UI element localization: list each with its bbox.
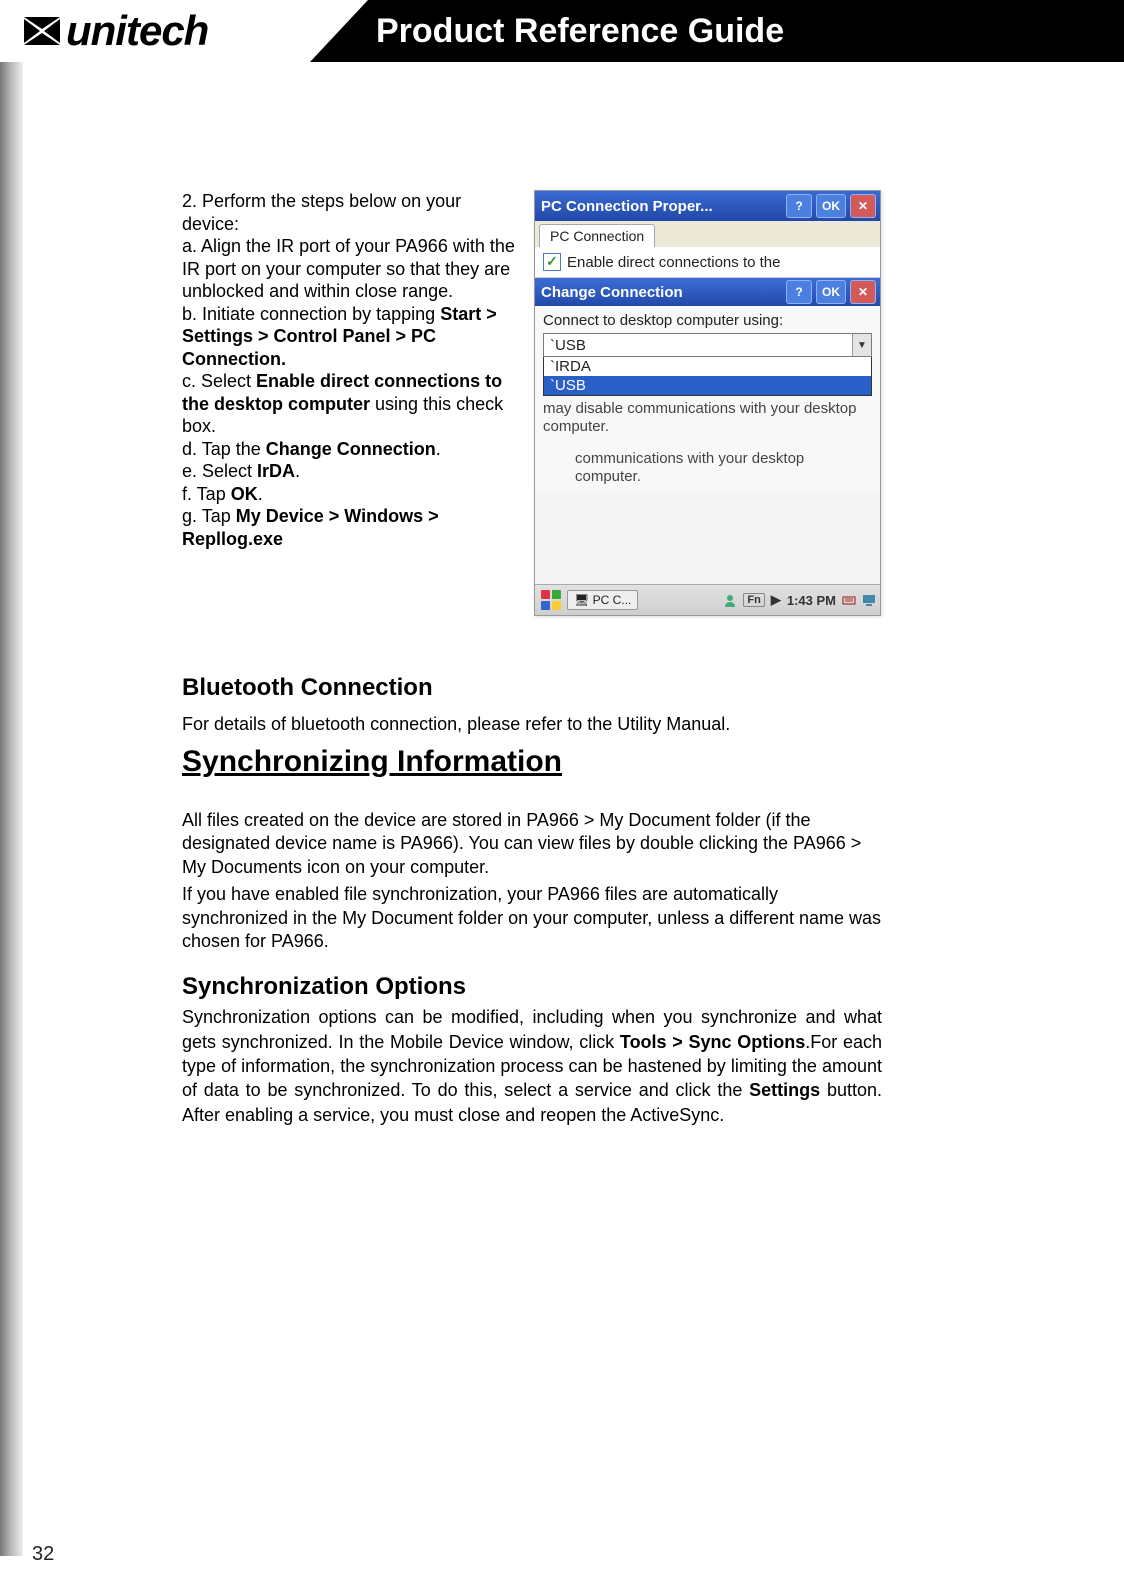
- instr-step-f: f. Tap OK.: [182, 483, 520, 506]
- child-ok-button[interactable]: OK: [816, 280, 846, 304]
- sync-options-heading: Synchronization Options: [182, 973, 882, 1001]
- sync-options-body: Synchronization options can be modified,…: [182, 1005, 882, 1126]
- taskbar: 🖥 PC C... Fn ▶ 1:43 PM: [535, 584, 880, 615]
- child-close-button[interactable]: ✕: [850, 280, 876, 304]
- header-wedge: [310, 0, 368, 62]
- instr-step-e: e. Select IrDA.: [182, 460, 520, 483]
- left-margin-shadow: [0, 62, 23, 1556]
- parent-window-titlebar: PC Connection Proper... ? OK ✕: [535, 191, 880, 221]
- option-usb[interactable]: `USB: [544, 376, 871, 395]
- child-help-button[interactable]: ?: [786, 280, 812, 304]
- tab-pc-connection[interactable]: PC Connection: [539, 224, 655, 247]
- logo: unitech: [0, 0, 310, 62]
- page-number: 32: [32, 1543, 54, 1566]
- keyboard-icon[interactable]: [842, 593, 856, 607]
- device-screenshot: PC Connection Proper... ? OK ✕ PC Connec…: [534, 190, 881, 616]
- header-title: Product Reference Guide: [368, 0, 1124, 62]
- tray-arrow-icon: ▶: [771, 592, 781, 608]
- taskbar-clock: 1:43 PM: [787, 593, 836, 608]
- bluetooth-text: For details of bluetooth connection, ple…: [182, 714, 882, 735]
- child-window-title: Change Connection: [541, 284, 782, 301]
- ok-button[interactable]: OK: [816, 194, 846, 218]
- combobox-value: `USB: [550, 337, 586, 354]
- enable-direct-checkbox-row[interactable]: ✓ Enable direct connections to the: [535, 247, 880, 278]
- connection-dropdown-list: `IRDA `USB: [543, 357, 872, 396]
- sync-paragraph-1: All files created on the device are stor…: [182, 809, 882, 879]
- desktop-icon[interactable]: [862, 593, 876, 607]
- child-window-titlebar: Change Connection ? OK ✕: [535, 278, 880, 306]
- hint-text-1: may disable communications with your des…: [543, 400, 872, 436]
- sync-paragraph-2: If you have enabled file synchronization…: [182, 883, 882, 953]
- connection-combobox[interactable]: `USB ▼: [543, 333, 872, 357]
- page-header: unitech Product Reference Guide: [0, 0, 1124, 62]
- instr-step-g: g. Tap My Device > Windows > Repllog.exe: [182, 505, 520, 550]
- bluetooth-heading: Bluetooth Connection: [182, 674, 882, 702]
- fn-key-badge[interactable]: Fn: [743, 593, 764, 607]
- help-button[interactable]: ?: [786, 194, 812, 218]
- checkmark-icon: ✓: [543, 253, 561, 271]
- instr-step-b: b. Initiate connection by tapping Start …: [182, 303, 520, 371]
- monitor-icon: 🖥: [574, 593, 589, 607]
- checkbox-label: Enable direct connections to the: [567, 254, 780, 271]
- start-button-icon[interactable]: [539, 588, 563, 612]
- tab-strip: PC Connection: [535, 221, 880, 247]
- user-icon[interactable]: [723, 593, 737, 607]
- chevron-down-icon: ▼: [852, 334, 871, 356]
- connect-label: Connect to desktop computer using:: [543, 312, 872, 329]
- hint-text-2: communications with your desktop compute…: [543, 450, 872, 486]
- unitech-logo-icon: [22, 11, 62, 51]
- instructions-block: 2. Perform the steps below on your devic…: [182, 190, 520, 616]
- instr-step-c: c. Select Enable direct connections to t…: [182, 370, 520, 438]
- instr-step-d: d. Tap the Change Connection.: [182, 438, 520, 461]
- close-button[interactable]: ✕: [850, 194, 876, 218]
- sync-heading: Synchronizing Information: [182, 745, 882, 779]
- taskbar-app-pcconnection[interactable]: 🖥 PC C...: [567, 590, 638, 610]
- instr-step-a: a. Align the IR port of your PA966 with …: [182, 235, 520, 303]
- instr-step-2: 2. Perform the steps below on your devic…: [182, 190, 520, 235]
- parent-window-title: PC Connection Proper...: [541, 198, 782, 215]
- option-irda[interactable]: `IRDA: [544, 357, 871, 376]
- logo-text: unitech: [66, 7, 208, 55]
